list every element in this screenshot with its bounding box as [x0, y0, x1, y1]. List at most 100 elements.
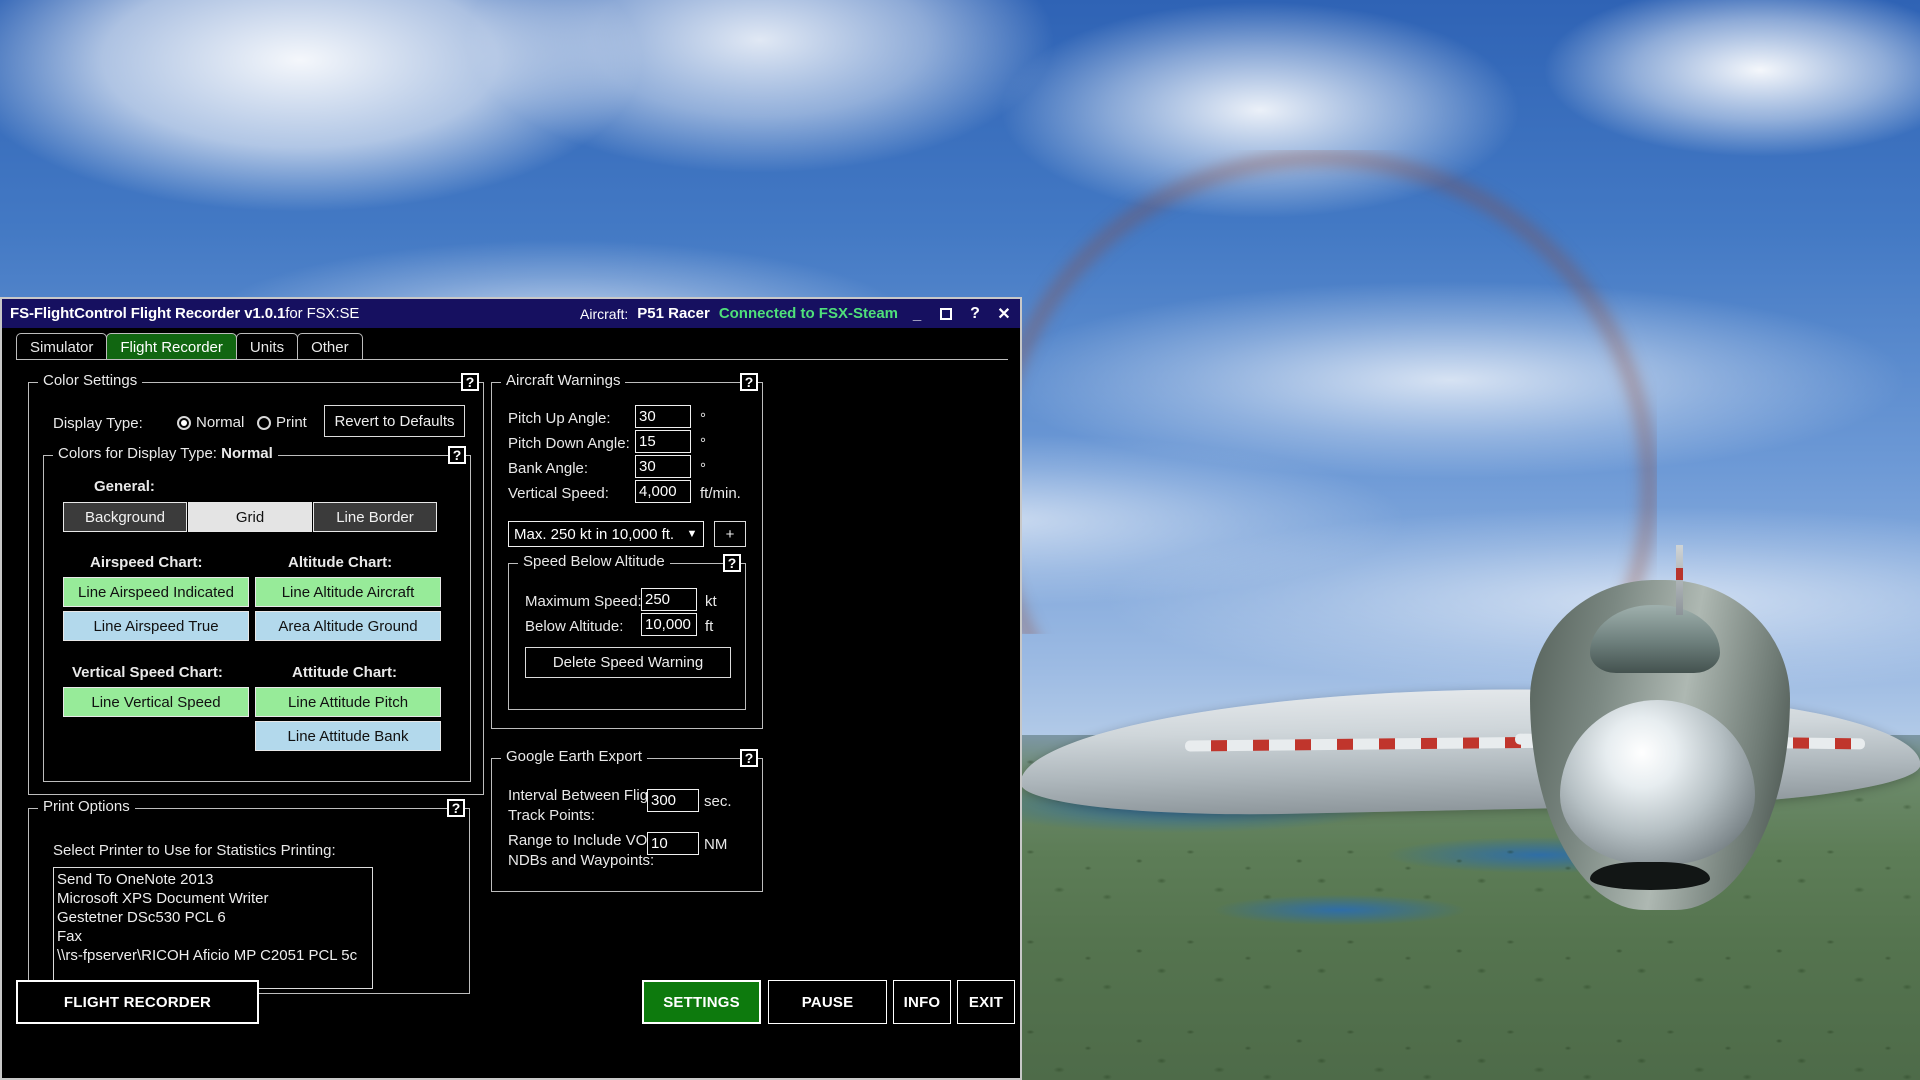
- pitch-down-angle-label: Pitch Down Angle:: [508, 435, 630, 452]
- radio-display-type-normal[interactable]: Normal: [177, 414, 244, 431]
- color-button-line-vertical-speed[interactable]: Line Vertical Speed: [63, 687, 249, 717]
- speed-below-altitude-legend: Speed Below Altitude: [518, 553, 670, 570]
- color-button-grid[interactable]: Grid: [188, 502, 312, 532]
- radio-normal-dot: [177, 415, 191, 430]
- maximum-speed-unit: kt: [705, 593, 717, 610]
- tab-other[interactable]: Other: [297, 333, 363, 360]
- flight-recorder-button[interactable]: FLIGHT RECORDER: [16, 980, 259, 1024]
- google-earth-export-help-icon[interactable]: ?: [740, 749, 758, 767]
- bank-angle-label: Bank Angle:: [508, 460, 589, 477]
- aircraft-air-intake: [1590, 862, 1710, 890]
- google-earth-export-legend: Google Earth Export: [501, 748, 647, 765]
- below-altitude-unit: ft: [705, 618, 714, 635]
- color-settings-legend: Color Settings: [38, 372, 143, 389]
- colors-for-display-type-group: Colors for Display Type: Normal ? Genera…: [43, 445, 471, 782]
- settings-button[interactable]: SETTINGS: [642, 980, 761, 1024]
- settings-body: Color Settings ? Display Type: Normal Pr…: [2, 360, 1020, 1034]
- bank-angle-input[interactable]: [635, 455, 691, 478]
- vertical-speed-input[interactable]: [635, 480, 691, 503]
- range-vors-unit: NM: [704, 836, 728, 853]
- tab-flight-recorder[interactable]: Flight Recorder: [106, 333, 237, 360]
- help-icon[interactable]: ?: [965, 304, 985, 324]
- pitch-up-angle-label: Pitch Up Angle:: [508, 410, 611, 427]
- aircraft-warnings-group: Aircraft Warnings ? Pitch Up Angle: ° Pi…: [491, 372, 763, 729]
- radio-display-type-print[interactable]: Print: [257, 414, 307, 431]
- exit-button[interactable]: EXIT: [957, 980, 1015, 1024]
- pitch-down-angle-unit: °: [700, 435, 706, 452]
- window-title-version: v1.0.1: [244, 305, 286, 322]
- color-button-line-attitude-pitch[interactable]: Line Attitude Pitch: [255, 687, 441, 717]
- minimize-icon[interactable]: _: [907, 303, 927, 325]
- pitch-down-angle-input[interactable]: [635, 430, 691, 453]
- maximum-speed-label: Maximum Speed:: [525, 593, 642, 610]
- colors-legend-prefix: Colors for Display Type:: [58, 445, 222, 462]
- below-altitude-input[interactable]: [641, 613, 697, 636]
- list-item[interactable]: Send To OneNote 2013: [57, 870, 372, 889]
- vertical-speed-chart-label: Vertical Speed Chart:: [72, 664, 223, 681]
- pause-button[interactable]: PAUSE: [768, 980, 887, 1024]
- aircraft-warnings-legend: Aircraft Warnings: [501, 372, 626, 389]
- window-title: FS-FlightControl Flight Recorder v1.0.1f…: [10, 305, 359, 322]
- tab-simulator[interactable]: Simulator: [16, 333, 108, 360]
- list-item[interactable]: Gestetner DSc530 PCL 6: [57, 908, 372, 927]
- add-speed-warning-button[interactable]: +: [714, 521, 746, 547]
- maximize-icon[interactable]: [936, 304, 956, 324]
- print-options-legend: Print Options: [38, 798, 135, 815]
- title-bar: FS-FlightControl Flight Recorder v1.0.1f…: [2, 299, 1020, 328]
- color-button-line-altitude-aircraft[interactable]: Line Altitude Aircraft: [255, 577, 441, 607]
- below-altitude-label: Below Altitude:: [525, 618, 624, 635]
- bank-angle-unit: °: [700, 460, 706, 477]
- color-button-area-altitude-ground[interactable]: Area Altitude Ground: [255, 611, 441, 641]
- interval-flight-track-label-line2: Track Points:: [508, 807, 595, 824]
- vertical-speed-label: Vertical Speed:: [508, 485, 609, 502]
- pitch-up-angle-unit: °: [700, 410, 706, 427]
- color-button-line-attitude-bank[interactable]: Line Attitude Bank: [255, 721, 441, 751]
- close-icon[interactable]: ✕: [994, 304, 1014, 324]
- colors-for-display-type-help-icon[interactable]: ?: [448, 446, 466, 464]
- speed-below-altitude-help-icon[interactable]: ?: [723, 554, 741, 572]
- speed-warning-select[interactable]: Max. 250 kt in 10,000 ft. ▼: [508, 521, 704, 547]
- interval-flight-track-unit: sec.: [704, 793, 732, 810]
- print-options-group: Print Options ? Select Printer to Use fo…: [28, 798, 470, 994]
- color-button-line-airspeed-indicated[interactable]: Line Airspeed Indicated: [63, 577, 249, 607]
- general-label: General:: [94, 478, 155, 495]
- color-settings-group: Color Settings ? Display Type: Normal Pr…: [28, 372, 484, 795]
- speed-warning-select-value: Max. 250 kt in 10,000 ft.: [514, 525, 675, 543]
- color-button-line-border[interactable]: Line Border: [313, 502, 437, 532]
- interval-flight-track-input[interactable]: [647, 789, 699, 812]
- print-options-help-icon[interactable]: ?: [447, 799, 465, 817]
- tab-strip: Simulator Flight Recorder Units Other: [2, 328, 1020, 360]
- chevron-down-icon: ▼: [686, 528, 698, 540]
- vertical-speed-unit: ft/min.: [700, 485, 741, 502]
- aircraft-antenna-marking: [1676, 568, 1683, 580]
- color-settings-help-icon[interactable]: ?: [461, 373, 479, 391]
- connection-status: Connected to FSX-Steam: [718, 305, 898, 322]
- tab-units[interactable]: Units: [235, 333, 299, 360]
- color-button-background[interactable]: Background: [63, 502, 187, 532]
- range-vors-input[interactable]: [647, 832, 699, 855]
- attitude-chart-label: Attitude Chart:: [292, 664, 397, 681]
- aircraft-value: P51 Racer: [637, 305, 710, 322]
- window-title-suffix: for FSX:SE: [285, 305, 360, 322]
- radio-print-label: Print: [276, 414, 307, 431]
- airspeed-chart-label: Airspeed Chart:: [90, 554, 203, 571]
- list-item[interactable]: \\rs-fpserver\RICOH Aficio MP C2051 PCL …: [57, 946, 372, 965]
- info-button[interactable]: INFO: [893, 980, 951, 1024]
- printer-listbox[interactable]: Send To OneNote 2013 Microsoft XPS Docum…: [53, 867, 373, 989]
- aircraft-warnings-help-icon[interactable]: ?: [740, 373, 758, 391]
- aircraft-label: Aircraft:: [580, 305, 629, 322]
- maximum-speed-input[interactable]: [641, 588, 697, 611]
- altitude-chart-label: Altitude Chart:: [288, 554, 393, 571]
- range-vors-label-line2: NDBs and Waypoints:: [508, 852, 655, 869]
- delete-speed-warning-button[interactable]: Delete Speed Warning: [525, 647, 731, 678]
- interval-flight-track-label-line1: Interval Between Flight: [508, 787, 661, 804]
- range-vors-label-line1: Range to Include VORs,: [508, 832, 670, 849]
- list-item[interactable]: Microsoft XPS Document Writer: [57, 889, 372, 908]
- list-item[interactable]: Fax: [57, 927, 372, 946]
- window-title-main: FS-FlightControl Flight Recorder: [10, 305, 245, 322]
- pitch-up-angle-input[interactable]: [635, 405, 691, 428]
- revert-to-defaults-button[interactable]: Revert to Defaults: [324, 405, 465, 437]
- radio-normal-label: Normal: [196, 414, 245, 431]
- color-button-line-airspeed-true[interactable]: Line Airspeed True: [63, 611, 249, 641]
- footer-bar: FLIGHT RECORDER SETTINGS PAUSE INFO EXIT: [2, 974, 1020, 1034]
